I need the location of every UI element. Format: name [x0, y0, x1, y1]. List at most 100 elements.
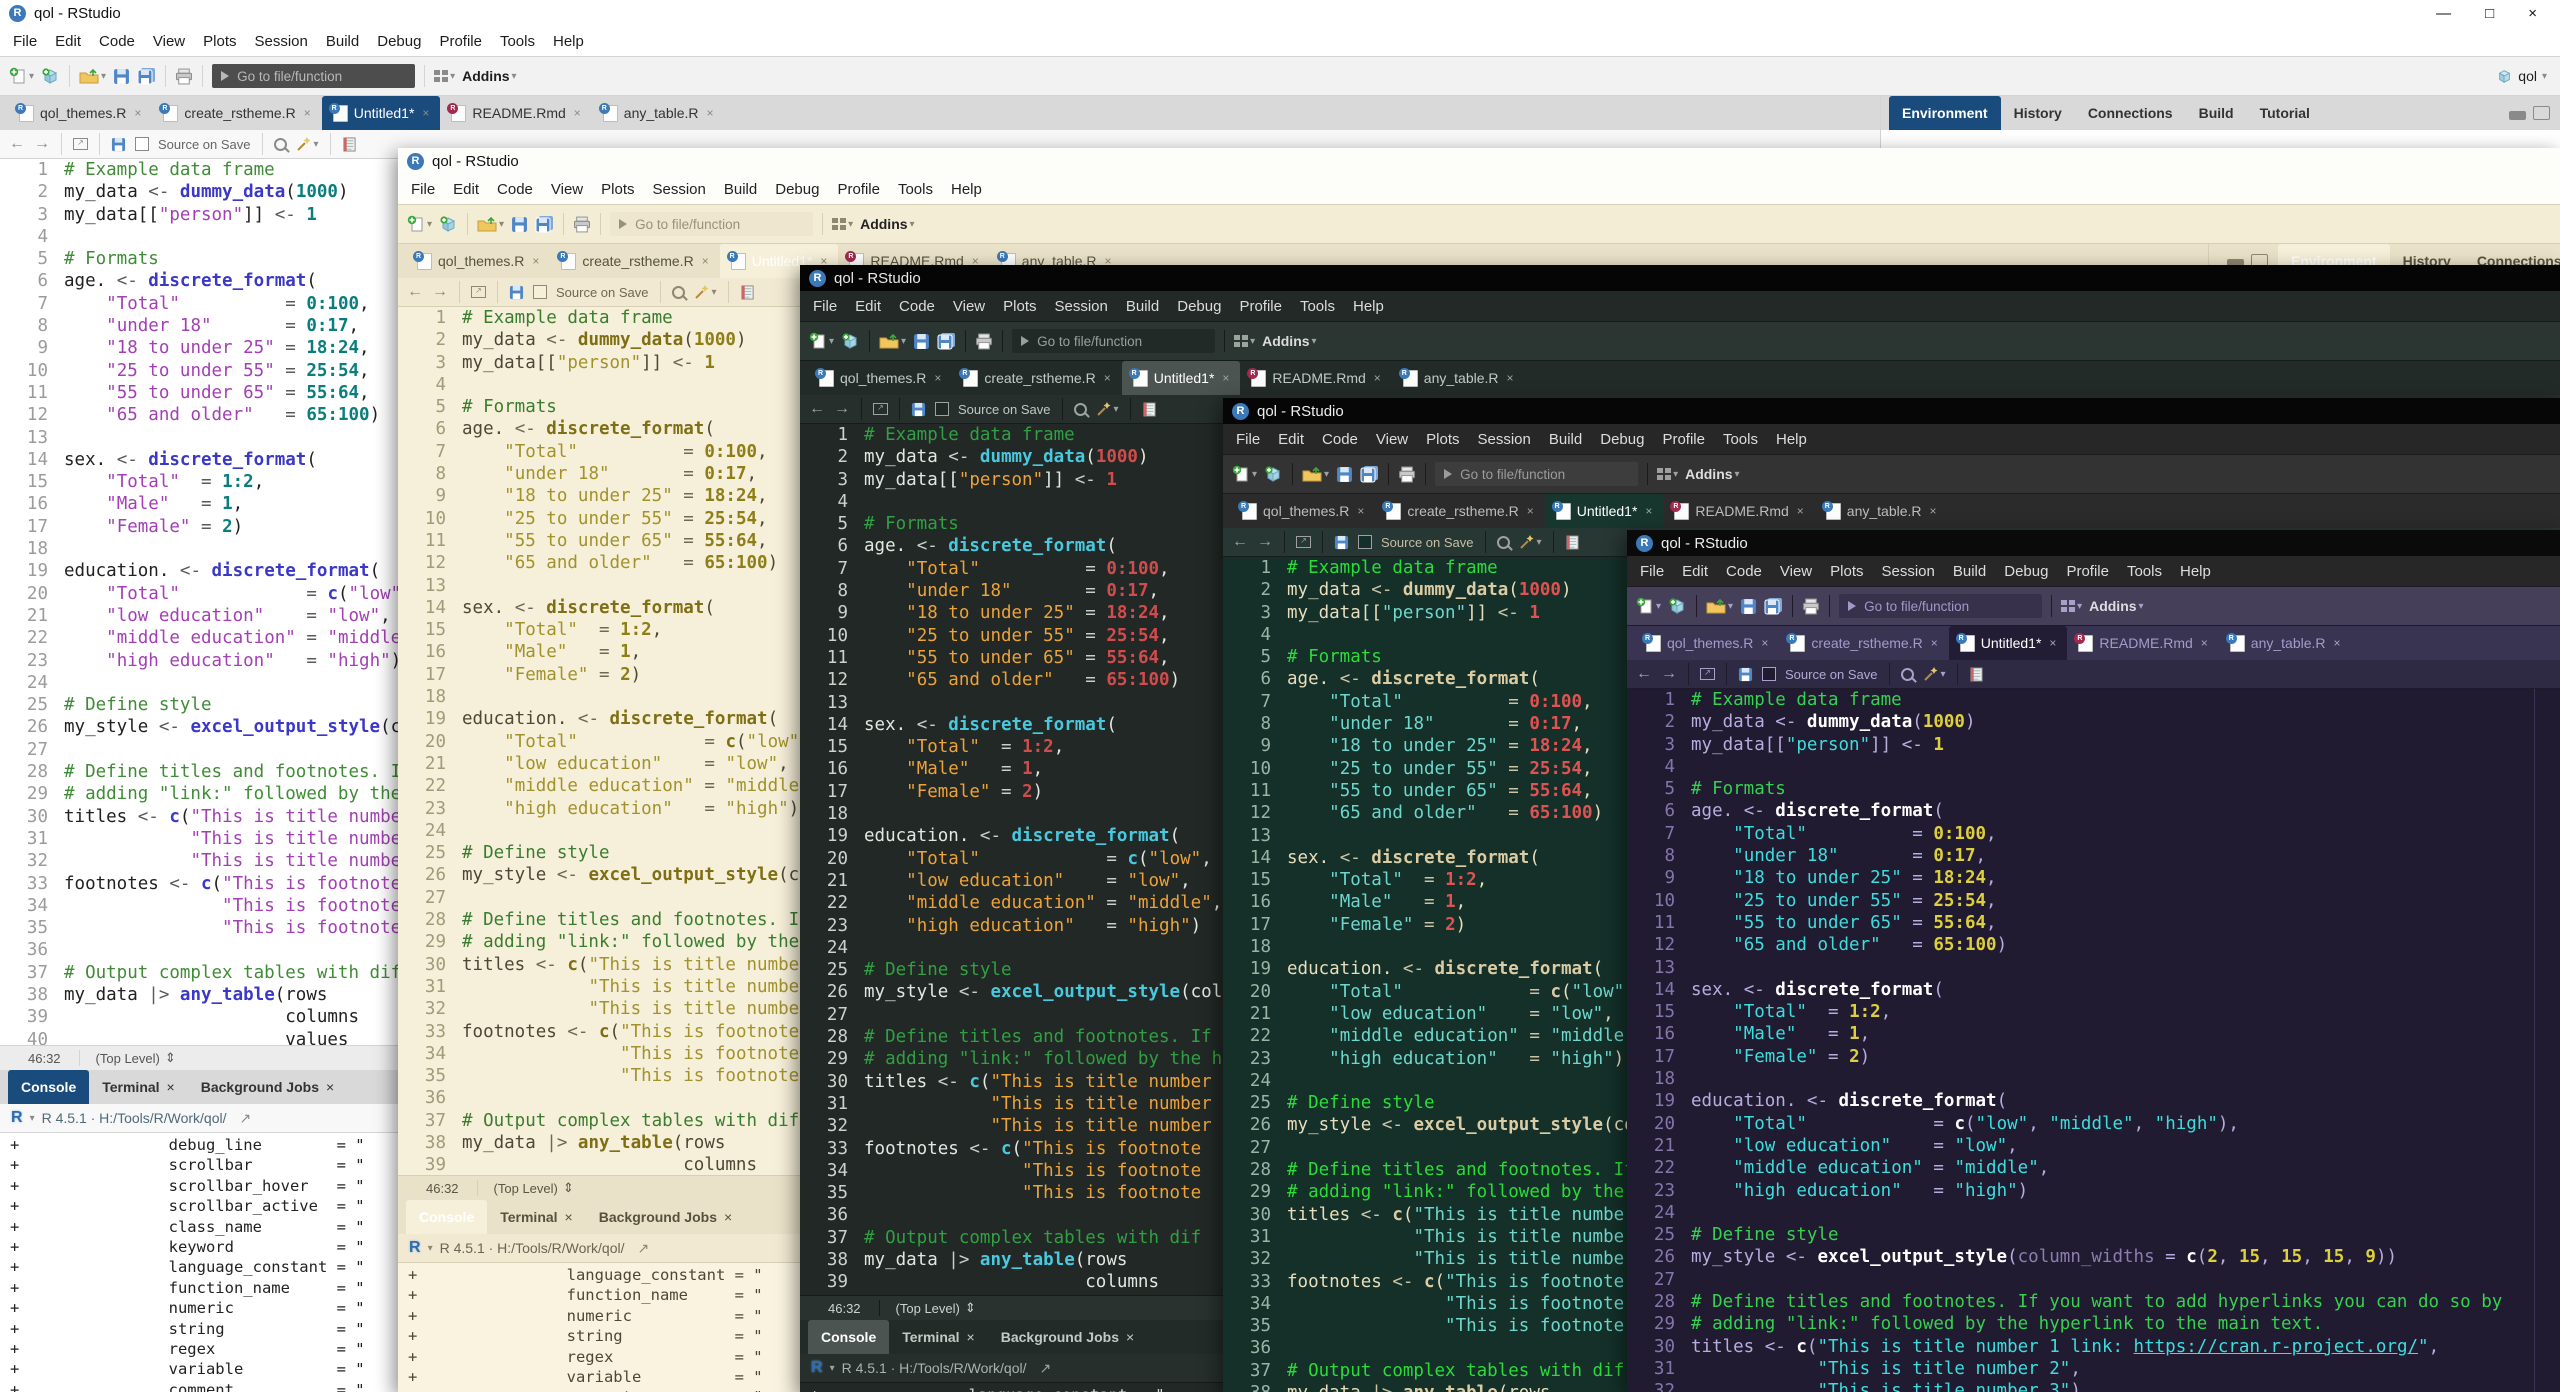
forward-icon[interactable]: → — [1257, 533, 1273, 551]
menu-item[interactable]: View — [1367, 431, 1417, 448]
menu-item[interactable]: Code — [1717, 563, 1771, 580]
open-in-new-window-icon[interactable]: ↗ — [1700, 668, 1715, 680]
tab-close-icon[interactable]: × — [1507, 371, 1514, 385]
panes-layout-button[interactable]: ▾ — [1234, 335, 1255, 347]
tab-close-icon[interactable]: × — [707, 106, 714, 120]
editor-tab[interactable]: Untitled1* × — [1545, 494, 1664, 528]
tab-close-icon[interactable]: × — [304, 106, 311, 120]
addins-button[interactable]: Addins ▾ — [1685, 466, 1739, 482]
goto-file-search[interactable]: Go to file/function — [212, 64, 415, 88]
new-file-button[interactable]: ▾ — [809, 332, 834, 350]
menu-item[interactable]: Help — [1767, 431, 1816, 448]
editor-tab[interactable]: any_table.R × — [1392, 361, 1525, 395]
forward-icon[interactable]: → — [34, 135, 50, 153]
open-in-new-window-icon[interactable]: ↗ — [73, 138, 88, 150]
tab-close-icon[interactable]: × — [167, 1079, 175, 1095]
new-project-button[interactable] — [41, 67, 60, 85]
goto-file-search[interactable]: Go to file/function — [1839, 594, 2042, 618]
open-in-new-window-icon[interactable]: ↗ — [873, 403, 888, 415]
console-tab[interactable]: Console — [808, 1320, 889, 1354]
tab-close-icon[interactable]: × — [1374, 371, 1381, 385]
close-button[interactable]: × — [2528, 5, 2537, 22]
minimize-pane-icon[interactable] — [2509, 111, 2526, 120]
save-all-button[interactable] — [535, 215, 554, 233]
tab-close-icon[interactable]: × — [134, 106, 141, 120]
save-button[interactable] — [1336, 466, 1353, 483]
project-menu-button[interactable]: qol ▾ — [2496, 68, 2551, 84]
editor-tab[interactable]: qol_themes.R × — [406, 244, 550, 278]
save-icon[interactable] — [1334, 535, 1349, 550]
menu-item[interactable]: Plots — [194, 33, 245, 50]
editor-tab[interactable]: README.Rmd × — [2067, 626, 2218, 660]
back-icon[interactable]: ← — [1636, 665, 1652, 683]
compile-notebook-icon[interactable] — [1565, 535, 1580, 550]
menu-item[interactable]: Profile — [828, 181, 889, 198]
menu-item[interactable]: Session — [1046, 298, 1117, 315]
menu-item[interactable]: Edit — [444, 181, 488, 198]
tab-close-icon[interactable]: × — [1645, 504, 1652, 518]
back-icon[interactable]: ← — [407, 283, 423, 301]
tab-close-icon[interactable]: × — [326, 1079, 334, 1095]
print-button[interactable] — [1398, 466, 1416, 483]
tab-close-icon[interactable]: × — [574, 106, 581, 120]
menu-item[interactable]: Build — [1117, 298, 1168, 315]
save-all-button[interactable] — [937, 332, 956, 350]
open-file-button[interactable]: ▾ — [477, 217, 504, 232]
new-project-button[interactable] — [1264, 465, 1283, 483]
r-logo-icon[interactable]: R — [11, 1109, 23, 1127]
addins-button[interactable]: Addins ▾ — [2089, 598, 2143, 614]
menu-item[interactable]: View — [144, 33, 194, 50]
tab-close-icon[interactable]: × — [1104, 371, 1111, 385]
menu-item[interactable]: Tools — [2118, 563, 2171, 580]
addins-button[interactable]: Addins ▾ — [860, 216, 914, 232]
tab-close-icon[interactable]: × — [934, 371, 941, 385]
tab-close-icon[interactable]: × — [1527, 504, 1534, 518]
menu-item[interactable]: Debug — [766, 181, 828, 198]
goto-file-search[interactable]: Go to file/function — [610, 212, 813, 236]
environment-tab[interactable]: Build — [2186, 96, 2247, 130]
console-tab[interactable]: Console — [406, 1200, 487, 1234]
search-icon[interactable] — [1074, 403, 1087, 416]
source-on-save-checkbox[interactable] — [533, 285, 547, 299]
menu-item[interactable]: Debug — [1168, 298, 1230, 315]
menu-item[interactable]: Debug — [1591, 431, 1653, 448]
environment-tab[interactable]: Environment — [1889, 96, 2001, 130]
print-button[interactable] — [1802, 598, 1820, 615]
tab-close-icon[interactable]: × — [1797, 504, 1804, 518]
menu-item[interactable]: File — [804, 298, 846, 315]
menu-item[interactable]: Plots — [592, 181, 643, 198]
menu-item[interactable]: View — [542, 181, 592, 198]
open-file-button[interactable]: ▾ — [1302, 467, 1329, 482]
menu-item[interactable]: Edit — [1269, 431, 1313, 448]
tab-close-icon[interactable]: × — [1930, 504, 1937, 518]
editor-tab[interactable]: qol_themes.R × — [808, 361, 952, 395]
compile-notebook-icon[interactable] — [1142, 402, 1157, 417]
menu-item[interactable]: Code — [488, 181, 542, 198]
menu-item[interactable]: File — [4, 33, 46, 50]
save-all-button[interactable] — [137, 67, 156, 85]
editor-tab[interactable]: Untitled1* × — [1122, 361, 1241, 395]
menu-item[interactable]: Plots — [994, 298, 1045, 315]
environment-tab[interactable]: Connections — [2075, 96, 2186, 130]
r-logo-icon[interactable]: R — [811, 1359, 823, 1377]
menu-item[interactable]: Profile — [1653, 431, 1714, 448]
open-file-button[interactable]: ▾ — [1706, 599, 1733, 614]
menu-item[interactable]: Debug — [368, 33, 430, 50]
menu-item[interactable]: Session — [246, 33, 317, 50]
goto-directory-icon[interactable]: ↗ — [638, 1240, 650, 1257]
menu-item[interactable]: Profile — [430, 33, 491, 50]
console-tab[interactable]: Background Jobs × — [988, 1320, 1147, 1354]
editor-tab[interactable]: README.Rmd × — [440, 96, 591, 130]
menu-item[interactable]: Code — [90, 33, 144, 50]
tab-close-icon[interactable]: × — [422, 106, 429, 120]
menu-item[interactable]: Tools — [1291, 298, 1344, 315]
tab-close-icon[interactable]: × — [967, 1329, 975, 1345]
editor-tab[interactable]: create_rstheme.R × — [1779, 626, 1948, 660]
tab-close-icon[interactable]: × — [532, 254, 539, 268]
editor-tab[interactable]: qol_themes.R × — [1231, 494, 1375, 528]
save-button[interactable] — [913, 333, 930, 350]
save-all-button[interactable] — [1764, 597, 1783, 615]
editor-tab[interactable]: any_table.R × — [2219, 626, 2352, 660]
back-icon[interactable]: ← — [809, 400, 825, 418]
menu-item[interactable]: Build — [317, 33, 368, 50]
